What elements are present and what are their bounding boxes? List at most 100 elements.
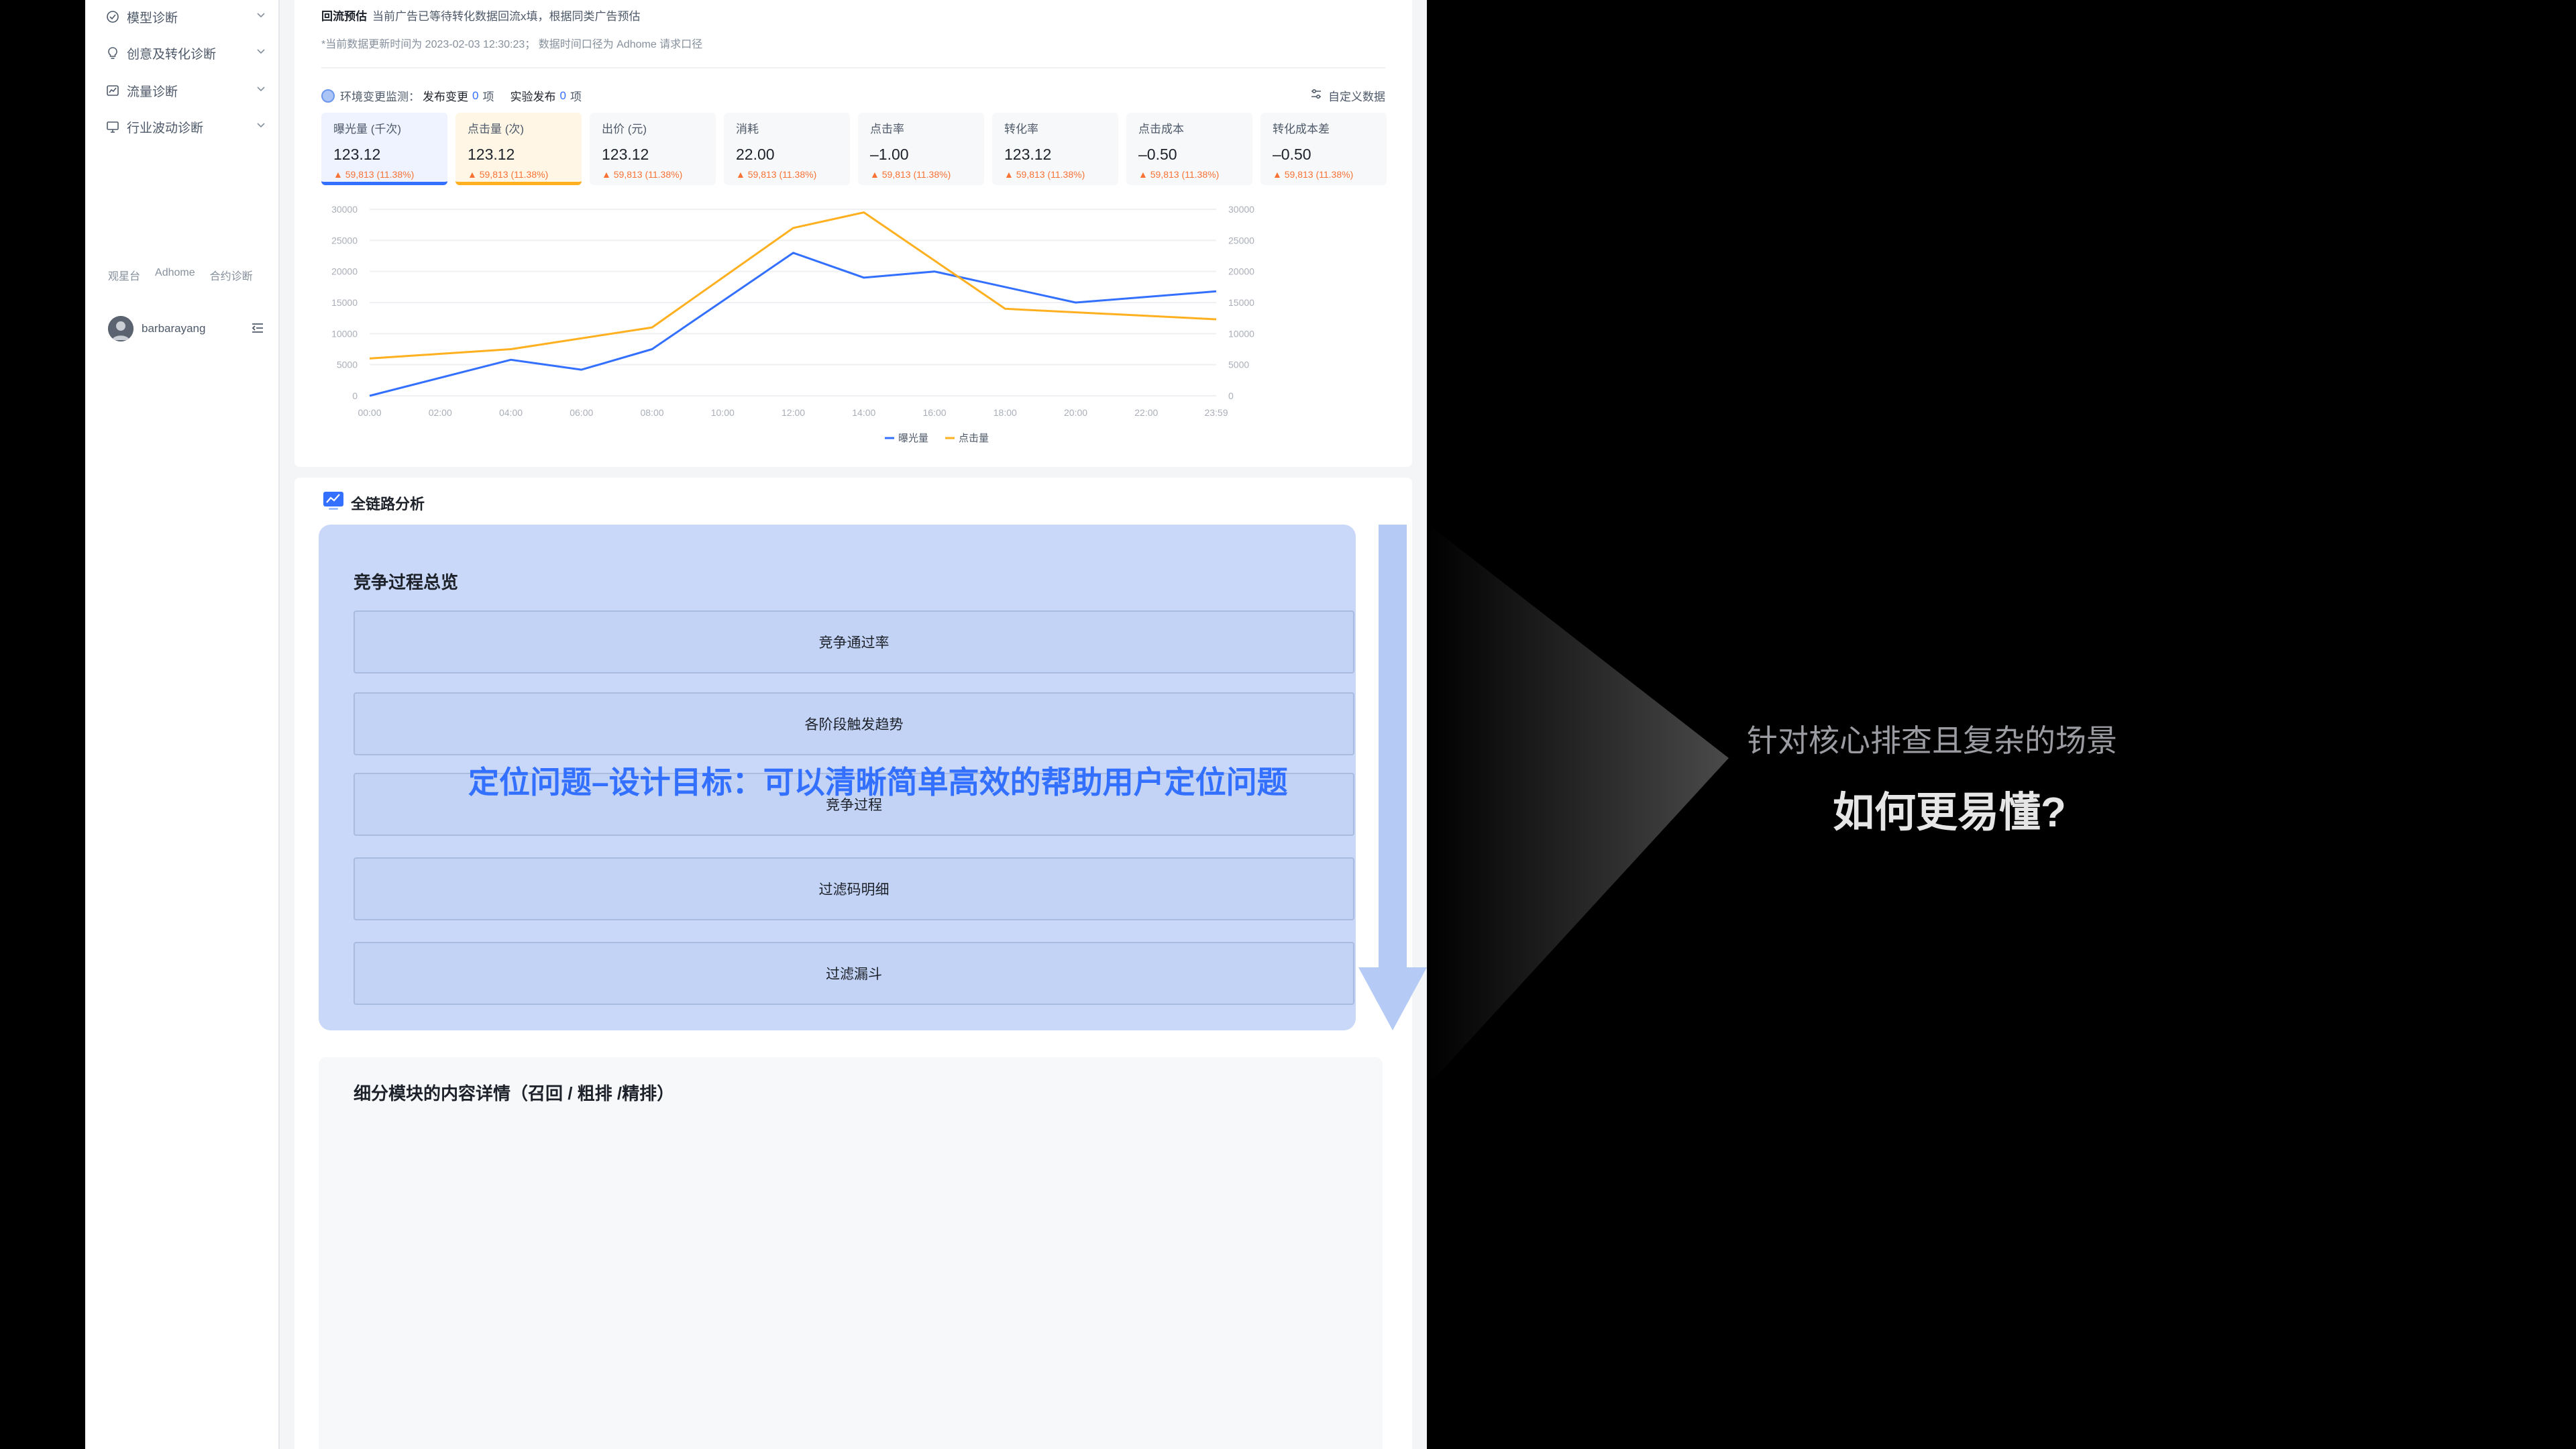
- metric-change: ▲ 59,813 (11.38%): [1138, 169, 1240, 180]
- y-tick-label-left: 25000: [331, 235, 358, 246]
- username: barbarayang: [142, 322, 206, 335]
- chevron-down-icon: [256, 119, 266, 134]
- metric-value: 123.12: [602, 146, 649, 163]
- collapse-sidebar-icon[interactable]: [250, 321, 265, 339]
- avatar: [108, 316, 133, 341]
- metric-label: 出价 (元): [602, 123, 647, 136]
- metric-change-text: 59,813 (11.38%): [613, 169, 683, 180]
- x-tick-label: 00:00: [358, 407, 381, 418]
- metric-card[interactable]: 出价 (元) 123.12 ▲ 59,813 (11.38%): [590, 113, 716, 185]
- footer-link[interactable]: 观星台: [108, 267, 140, 283]
- up-arrow-icon: ▲: [1004, 169, 1014, 180]
- backflow-note: 回流预估 当前广告已等待转化数据回流x填，根据同类广告预估: [321, 7, 641, 23]
- module-bar-pass-rate[interactable]: 竞争通过率: [354, 610, 1354, 674]
- section-title: 全链路分析: [351, 496, 425, 513]
- x-tick-label: 16:00: [923, 407, 947, 418]
- y-tick-label-right: 25000: [1228, 235, 1254, 246]
- divider: [321, 67, 1385, 68]
- metric-card[interactable]: 转化成本差 –0.50 ▲ 59,813 (11.38%): [1260, 113, 1387, 185]
- module-bar-filter-codes[interactable]: 过滤码明细: [354, 857, 1354, 920]
- metric-label: 消耗: [736, 123, 759, 136]
- metric-change-text: 59,813 (11.38%): [1150, 169, 1220, 180]
- up-arrow-icon: ▲: [1138, 169, 1148, 180]
- series-line-impressions: [369, 252, 1217, 397]
- x-tick-label: 23:59: [1204, 407, 1228, 418]
- experiment-label: 实验发布: [510, 91, 556, 103]
- x-tick-label: 02:00: [429, 407, 452, 418]
- module-bar-trigger-trend[interactable]: 各阶段触发趋势: [354, 692, 1354, 755]
- sidebar-item-label: 模型诊断: [127, 11, 178, 25]
- metric-value: 22.00: [736, 146, 775, 163]
- y-tick-label-right: 0: [1228, 390, 1234, 401]
- trend-line-chart: 30000 30000 25000 25000 20000 20000 15000 15000…: [331, 204, 1254, 444]
- custom-data-button[interactable]: 自定义数据: [1309, 87, 1385, 104]
- y-tick-label-right: 15000: [1228, 297, 1254, 308]
- user-profile[interactable]: barbarayang: [108, 314, 265, 343]
- chevron-down-icon: [256, 9, 266, 24]
- publish-count[interactable]: 0: [472, 89, 478, 103]
- x-tick-label: 20:00: [1064, 407, 1087, 418]
- scenario-subtitle: 针对核心排查且复杂的场景: [1747, 723, 2117, 758]
- sidebar-item-model-diagnosis[interactable]: 模型诊断: [105, 0, 266, 34]
- metric-change: ▲ 59,813 (11.38%): [1004, 169, 1106, 180]
- publish-unit: 项: [482, 91, 494, 103]
- metric-value: 123.12: [468, 146, 515, 163]
- model-check-icon: [105, 9, 120, 24]
- app-page: 模型诊断 创意及转化诊断 流量诊断 行业波动诊断 观星台 Adhome 合约诊断…: [85, 0, 1427, 1449]
- metric-label: 点击成本: [1138, 123, 1184, 136]
- metric-label: 点击量 (次): [468, 123, 525, 136]
- section-header: 全链路分析: [294, 478, 1412, 525]
- experiment-unit: 项: [570, 91, 582, 103]
- y-tick-label-left: 30000: [331, 204, 358, 215]
- up-arrow-icon: ▲: [736, 169, 745, 180]
- sidebar-item-label: 行业波动诊断: [127, 121, 204, 136]
- traffic-icon: [105, 83, 120, 98]
- down-arrow-icon: [1358, 525, 1427, 1030]
- metric-change-text: 59,813 (11.38%): [747, 169, 817, 180]
- backflow-note-text: 当前广告已等待转化数据回流x填，根据同类广告预估: [372, 10, 641, 23]
- metric-card[interactable]: 点击量 (次) 123.12 ▲ 59,813 (11.38%): [455, 113, 582, 185]
- metric-card[interactable]: 消耗 22.00 ▲ 59,813 (11.38%): [724, 113, 850, 185]
- module-detail-panel: 细分模块的内容详情（召回 / 粗排 /精排）: [319, 1057, 1383, 1449]
- metric-change: ▲ 59,813 (11.38%): [602, 169, 704, 180]
- metric-change: ▲ 59,813 (11.38%): [333, 169, 435, 180]
- chevron-down-icon: [256, 46, 266, 60]
- metric-card[interactable]: 曝光量 (千次) 123.12 ▲ 59,813 (11.38%): [321, 113, 447, 185]
- x-tick-label: 06:00: [570, 407, 593, 418]
- sidebar-item-industry-diagnosis[interactable]: 行业波动诊断: [105, 110, 266, 144]
- metric-label: 曝光量 (千次): [333, 123, 402, 136]
- update-time-note: *当前数据更新时间为 2023-02-03 12:30:23； 数据时间口径为 …: [321, 39, 703, 50]
- x-tick-label: 22:00: [1134, 407, 1158, 418]
- sidebar: 模型诊断 创意及转化诊断 流量诊断 行业波动诊断 观星台 Adhome 合约诊断…: [85, 0, 280, 1449]
- overview-card: 回流预估 当前广告已等待转化数据回流x填，根据同类广告预估 *当前数据更新时间为 …: [294, 0, 1412, 467]
- metric-value: 123.12: [333, 146, 381, 163]
- metric-label: 转化成本差: [1273, 123, 1330, 136]
- y-tick-label-right: 20000: [1228, 266, 1254, 277]
- y-tick-label-right: 10000: [1228, 328, 1254, 339]
- analytics-icon: [323, 491, 344, 515]
- module-bar-filter-funnel[interactable]: 过滤漏斗: [354, 942, 1354, 1005]
- metric-cards: 曝光量 (千次) 123.12 ▲ 59,813 (11.38%) 点击量 (次…: [321, 113, 1387, 185]
- x-tick-label: 18:00: [994, 407, 1017, 418]
- metric-change-text: 59,813 (11.38%): [479, 169, 549, 180]
- sidebar-item-creative-diagnosis[interactable]: 创意及转化诊断: [105, 36, 266, 70]
- x-tick-label: 04:00: [499, 407, 523, 418]
- footer-link[interactable]: Adhome: [155, 267, 195, 283]
- custom-data-label: 自定义数据: [1328, 91, 1385, 103]
- x-tick-label: 14:00: [852, 407, 875, 418]
- experiment-count[interactable]: 0: [559, 89, 566, 103]
- metric-card[interactable]: 转化率 123.12 ▲ 59,813 (11.38%): [992, 113, 1118, 185]
- publish-label: 发布变更: [423, 91, 468, 103]
- footer-link[interactable]: 合约诊断: [210, 267, 253, 283]
- env-change-monitor: 环境变更监测： 发布变更 0 项 实验发布 0 项: [321, 87, 582, 104]
- metric-card[interactable]: 点击成本 –0.50 ▲ 59,813 (11.38%): [1126, 113, 1252, 185]
- pointer-triangle-shape: [1427, 523, 1729, 1087]
- y-tick-label-right: 30000: [1228, 204, 1254, 215]
- sidebar-item-traffic-diagnosis[interactable]: 流量诊断: [105, 74, 266, 107]
- metric-card[interactable]: 点击率 –1.00 ▲ 59,813 (11.38%): [858, 113, 984, 185]
- metric-change: ▲ 59,813 (11.38%): [1273, 169, 1375, 180]
- globe-icon: [321, 89, 335, 103]
- metric-value: –0.50: [1138, 146, 1177, 163]
- metric-change: ▲ 59,813 (11.38%): [870, 169, 972, 180]
- metric-value: –0.50: [1273, 146, 1311, 163]
